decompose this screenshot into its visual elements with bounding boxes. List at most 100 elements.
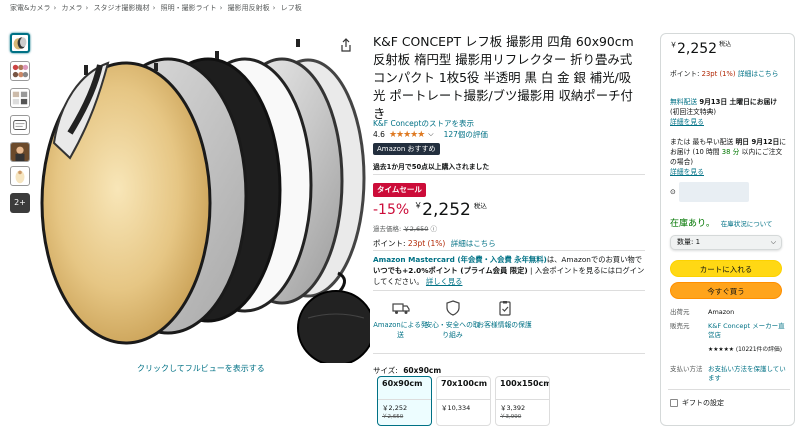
free-shipping-date: 9月13日 土曜日にお届け — [699, 98, 778, 106]
breadcrumb-item[interactable]: 撮影用反射板 — [228, 4, 270, 12]
breadcrumb-item[interactable]: カメラ — [62, 4, 83, 12]
reference-price-label: 過去価格: — [373, 225, 402, 233]
free-shipping-link[interactable]: 無料配送 — [670, 98, 697, 106]
breadcrumb-item[interactable]: 照明・撮影ライト — [161, 4, 217, 12]
star-rating-icon[interactable]: ★★★★★ — [389, 130, 425, 140]
add-to-cart-button[interactable]: カートに入れる — [670, 260, 782, 277]
size-option-name: 60x90cm — [382, 379, 423, 388]
clipboard-icon — [498, 301, 511, 316]
mastercard-name[interactable]: Amazon Mastercard (年会費・入会費 永年無料) — [373, 255, 547, 264]
discount-percent: -15% — [373, 202, 410, 218]
stock-info-link[interactable]: 在庫状況について — [721, 220, 773, 228]
points-value: 23pt (1%) — [407, 239, 446, 248]
size-option[interactable]: 60x90cm ￥2,252 ￥2,650 — [377, 376, 432, 426]
fullview-link[interactable]: クリックしてフルビューを表示する — [137, 363, 265, 374]
stock-status: 在庫あり。 在庫状況について — [670, 216, 773, 229]
stock-text: 在庫あり。 — [670, 219, 715, 229]
size-option-price: ￥3,392 — [500, 404, 526, 412]
buybox-free-shipping: 無料配送 9月13日 土曜日にお届け (初回注文特典) 詳細を見る — [670, 97, 788, 127]
payment-security-link[interactable]: お支払い方法を保護しています — [708, 365, 786, 383]
feature-label: 安心・安全への取り組み — [425, 321, 480, 339]
product-main-image[interactable] — [40, 33, 370, 363]
deal-badge: タイムセール — [373, 183, 426, 197]
gallery-thumbnail[interactable] — [10, 166, 30, 186]
breadcrumb-item[interactable]: スタジオ撮影機材 — [94, 4, 150, 12]
gallery-thumbnail[interactable] — [10, 142, 30, 162]
reference-price: 過去価格: ￥2,650 ⓘ — [373, 223, 437, 233]
chevron-down-icon[interactable]: ⌵ — [428, 130, 433, 139]
gift-option[interactable]: ギフトの設定 — [670, 398, 724, 408]
seller-link[interactable]: K&F Concept メーカー直営店 — [708, 322, 786, 340]
price-row: -15% ￥ 2,252 税込 — [373, 200, 487, 220]
gallery-thumbnail[interactable] — [10, 88, 30, 108]
shield-icon — [445, 300, 460, 316]
info-value: Amazon — [708, 308, 735, 316]
feature-amazon-shipping[interactable]: Amazonによる発送 — [373, 300, 428, 340]
info-row-seller: 販売元 K&F Concept メーカー直営店 — [670, 322, 786, 340]
info-row-payment: 支払い方法 お支払い方法を保護しています — [670, 365, 786, 383]
delivery-detail-link[interactable]: 詳細を見る — [670, 168, 704, 176]
points-row: ポイント: 23pt (1%) 詳細はこちら — [373, 238, 496, 249]
amazon-choice-badge: Amazon おすすめ — [373, 143, 440, 155]
review-count-link[interactable]: 127個の評価 — [444, 129, 488, 140]
gallery-thumbnail[interactable] — [10, 33, 30, 53]
location-pin-icon: ⊙ — [670, 188, 676, 196]
info-key: 支払い方法 — [670, 365, 703, 373]
rating-row: 4.6 ★★★★★ ⌵ 127個の評価 — [373, 129, 488, 140]
quantity-select[interactable]: 数量: 1 ⌵ — [670, 235, 782, 250]
shipping-detail-link[interactable]: 詳細を見る — [670, 118, 704, 126]
tax-label: 税込 — [719, 41, 732, 48]
product-title: K&F CONCEPT レフ板 撮影用 四角 60x90cm 反射板 楕円型 撮… — [373, 34, 634, 121]
mastercard-benefit: いつでも+2.0%ポイント (プライム会員 限定) — [373, 266, 528, 275]
mastercard-detail-link[interactable]: 詳しく見る — [426, 277, 462, 286]
buybox-fast-delivery: または 最も早い配送 明日 9月12日にお届け (10 時間 38 分 以内にご… — [670, 137, 788, 177]
free-shipping-note: (初回注文特典) — [670, 108, 717, 116]
size-option[interactable]: 70x100cm ￥10,334 — [436, 376, 491, 426]
store-link[interactable]: K&F Conceptのストアを表示 — [373, 118, 474, 129]
tax-label: 税込 — [473, 202, 487, 210]
gallery-thumbnail[interactable] — [10, 61, 30, 81]
divider — [373, 174, 645, 175]
breadcrumb-item[interactable]: 家電&カメラ — [10, 4, 50, 12]
location-address-redacted — [678, 182, 749, 202]
divider — [373, 250, 645, 251]
buybox-price: ￥ 2,252 税込 — [670, 40, 731, 58]
size-option[interactable]: 100x150cm ￥3,392 ￥3,990 — [495, 376, 550, 426]
info-key: 出荷元 — [670, 308, 690, 316]
info-row-shipper: 出荷元 Amazon — [670, 308, 786, 317]
bought-count-text: 過去1か月で50点以上購入されました — [373, 163, 490, 171]
chevron-down-icon: ⌵ — [770, 238, 776, 246]
size-selector-label: サイズ: 60x90cm — [373, 365, 441, 376]
fast-delivery-date: 明日 9月12日 — [735, 138, 780, 146]
size-option-price: ￥10,334 — [441, 404, 471, 412]
size-option-price: ￥2,252 — [382, 404, 408, 412]
divider — [373, 290, 645, 291]
points-value: 23pt (1%) — [701, 70, 736, 78]
gallery-more-button[interactable]: 2+ — [10, 193, 30, 213]
info-row-seller-rating: ★★★★★ (10221件の評価) — [670, 346, 786, 355]
share-icon[interactable] — [340, 38, 352, 52]
points-label: ポイント: — [670, 70, 700, 78]
price-value: 2,252 — [422, 200, 471, 220]
size-option-name: 100x150cm — [500, 379, 550, 388]
rating-value: 4.6 — [373, 130, 385, 139]
gift-checkbox[interactable] — [670, 399, 678, 407]
points-detail-link[interactable]: 詳細はこちら — [451, 239, 496, 248]
price-symbol: ￥ — [670, 41, 677, 49]
feature-safety[interactable]: 安心・安全への取り組み — [425, 300, 480, 340]
seller-rating[interactable]: ★★★★★ (10221件の評価) — [708, 346, 786, 355]
delivery-location[interactable]: ⊙ — [670, 182, 749, 202]
breadcrumb-item[interactable]: レフ板 — [281, 4, 302, 12]
gallery-thumbnail[interactable] — [10, 115, 30, 135]
size-selected: 60x90cm — [403, 366, 442, 375]
price-value: 2,252 — [677, 41, 718, 57]
price-symbol: ￥ — [414, 201, 423, 210]
points-label: ポイント: — [373, 239, 406, 248]
points-detail-link[interactable]: 詳細はこちら — [738, 70, 779, 78]
info-icon[interactable]: ⓘ — [430, 225, 437, 233]
buy-now-button[interactable]: 今すぐ買う — [670, 282, 782, 299]
divider — [373, 353, 645, 354]
feature-privacy[interactable]: お客様情報の保護 — [477, 300, 532, 330]
breadcrumb: 家電&カメラ › カメラ › スタジオ撮影機材 › 照明・撮影ライト › 撮影用反射板 ›… — [10, 4, 302, 12]
delivery-truck-icon — [391, 303, 410, 314]
